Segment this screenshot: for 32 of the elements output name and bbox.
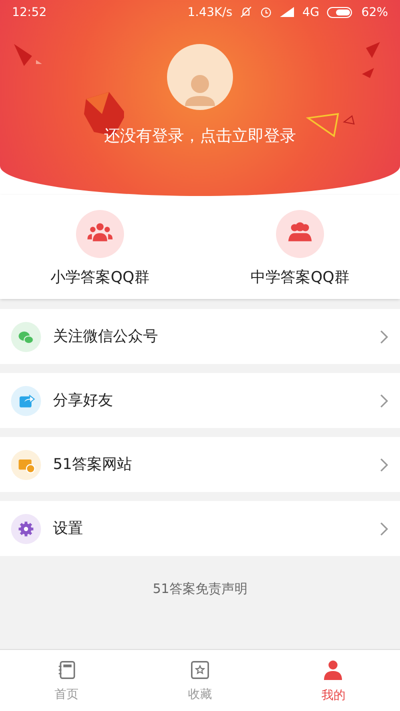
menu-item[interactable]: 51答案网站 — [0, 437, 400, 492]
menu-label: 关注微信公众号 — [53, 326, 159, 348]
signal-icon — [280, 7, 294, 17]
qq-group-button[interactable]: 小学答案QQ群 — [0, 195, 200, 299]
status-time: 12:52 — [12, 4, 47, 21]
menu-label: 分享好友 — [53, 390, 114, 412]
share-icon — [11, 386, 41, 416]
bell-off-icon — [240, 6, 252, 18]
network-speed: 1.43K/s — [188, 4, 232, 21]
alarm-icon — [260, 6, 272, 18]
qq-group-label: 中学答案QQ群 — [250, 266, 350, 288]
chevron-right-icon — [379, 458, 389, 472]
menu-label: 51答案网站 — [53, 454, 134, 476]
settings-icon — [11, 514, 41, 544]
menu-item[interactable]: 设置 — [0, 501, 400, 556]
network-type: 4G — [302, 4, 320, 21]
chevron-right-icon — [379, 394, 389, 408]
qq-group-label: 小学答案QQ群 — [50, 266, 150, 288]
menu-item[interactable]: 分享好友 — [0, 373, 400, 428]
chevron-right-icon — [379, 330, 389, 344]
menu-item[interactable]: 关注微信公众号 — [0, 309, 400, 364]
battery-icon — [327, 6, 354, 18]
group-icon — [76, 210, 124, 258]
wechat-icon — [11, 322, 41, 352]
tab[interactable]: 我的 — [266, 650, 400, 711]
disclaimer-link[interactable]: 51答案免责声明 — [152, 580, 248, 600]
battery-percent: 62% — [361, 4, 388, 21]
qq-group-button[interactable]: 中学答案QQ群 — [200, 195, 400, 299]
group-icon — [276, 210, 324, 258]
chevron-right-icon — [379, 522, 389, 536]
menu-label: 设置 — [53, 518, 84, 540]
web-icon — [11, 450, 41, 480]
